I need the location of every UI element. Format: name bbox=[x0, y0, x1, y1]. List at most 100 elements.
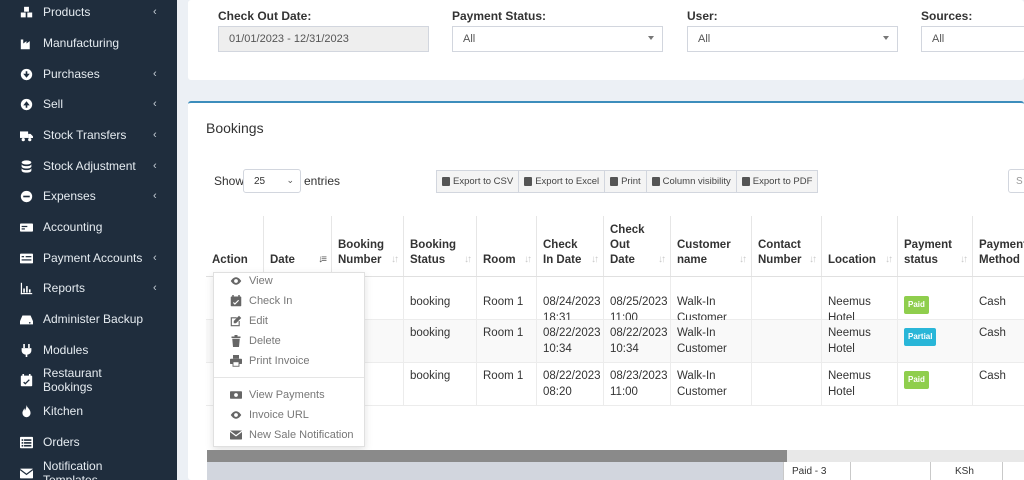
sort-icon: ↓↑ bbox=[809, 254, 817, 265]
column-header-payment-status[interactable]: Payment status ↓↑ bbox=[898, 216, 973, 276]
caret-down-icon bbox=[648, 36, 654, 40]
sidebar-item-restaurant-bookings[interactable]: Restaurant Bookings bbox=[0, 365, 177, 395]
column-visibility-button[interactable]: Column visibility bbox=[645, 170, 737, 193]
payment-status-badge[interactable]: Paid bbox=[904, 296, 929, 314]
sidebar-item-reports[interactable]: Reports ‹ bbox=[0, 273, 177, 303]
sidebar-item-accounting[interactable]: Accounting bbox=[0, 212, 177, 242]
customer-cell: Walk-In Customer bbox=[671, 277, 752, 324]
contact-cell bbox=[752, 363, 822, 406]
sidebar-item-kitchen[interactable]: Kitchen bbox=[0, 396, 177, 426]
column-header-label: Room bbox=[483, 254, 516, 266]
customer-cell: Walk-In Customer bbox=[671, 320, 752, 363]
sources-select[interactable]: All bbox=[921, 26, 1024, 52]
column-header-label: Booking Status bbox=[410, 239, 456, 266]
menu-item-label: Print Invoice bbox=[249, 355, 310, 367]
sidebar-item-label: Purchases bbox=[43, 67, 100, 81]
payment-method-cell: Cash bbox=[979, 327, 1006, 339]
file-csv-icon bbox=[442, 177, 450, 186]
menu-item-print-invoice[interactable]: Print Invoice bbox=[214, 351, 364, 371]
column-visibility-label: Column visibility bbox=[662, 176, 731, 187]
export-excel-label: Export to Excel bbox=[535, 176, 600, 187]
horizontal-scrollbar-thumb[interactable] bbox=[207, 450, 787, 462]
menu-item-label: Check In bbox=[249, 295, 293, 307]
sidebar-item-stock-adjustment[interactable]: Stock Adjustment ‹ bbox=[0, 151, 177, 181]
sidebar-item-notification-templates[interactable]: Notification Templates bbox=[0, 458, 177, 480]
sort-icon: ↓↑ bbox=[391, 254, 399, 265]
payment-method-cell: Cash bbox=[979, 296, 1006, 308]
checkout-date-range-input[interactable]: 01/01/2023 - 12/31/2023 bbox=[218, 26, 429, 52]
booking-status-cell: booking bbox=[404, 363, 477, 406]
sidebar-item-expenses[interactable]: Expenses ‹ bbox=[0, 181, 177, 211]
export-pdf-button[interactable]: Export to PDF bbox=[735, 170, 819, 193]
menu-item-invoice-url[interactable]: Invoice URL bbox=[214, 405, 364, 425]
arrow-circle-up-icon bbox=[19, 97, 33, 111]
sidebar-item-payment-accounts[interactable]: Payment Accounts ‹ bbox=[0, 243, 177, 273]
sidebar-item-manufacturing[interactable]: Manufacturing bbox=[0, 28, 177, 58]
truck-icon bbox=[19, 128, 33, 142]
entries-per-page-select[interactable]: 25 ⌄ bbox=[243, 169, 301, 193]
envelope-icon bbox=[230, 429, 242, 441]
menu-item-edit[interactable]: Edit bbox=[214, 311, 364, 331]
check-out-cell: 08/25/2023 11:00 bbox=[604, 277, 671, 324]
print-button[interactable]: Print bbox=[604, 170, 647, 193]
export-excel-button[interactable]: Export to Excel bbox=[518, 170, 606, 193]
sidebar: Products ‹ Manufacturing Purchases ‹ Sel… bbox=[0, 0, 177, 480]
sidebar-item-products[interactable]: Products ‹ bbox=[0, 0, 177, 27]
sidebar-item-administer-backup[interactable]: Administer Backup bbox=[0, 304, 177, 334]
column-header-label: Check Out Date bbox=[610, 224, 645, 266]
column-header-label: Payment Method bbox=[979, 239, 1024, 266]
column-header-label: Check In Date bbox=[543, 239, 582, 266]
column-header-label: Customer name bbox=[677, 239, 731, 266]
column-header-check-out-date[interactable]: Check Out Date ↓↑ bbox=[604, 216, 671, 276]
money-bill-icon bbox=[230, 389, 242, 401]
minus-circle-icon bbox=[19, 189, 33, 203]
print-icon bbox=[230, 355, 242, 367]
menu-item-view-payments[interactable]: View Payments bbox=[214, 385, 364, 405]
payment-status-badge[interactable]: Partial bbox=[904, 328, 937, 346]
menu-item-view[interactable]: View bbox=[214, 271, 364, 291]
eye-icon bbox=[230, 409, 242, 421]
print-icon bbox=[610, 177, 619, 186]
column-header-booking-status[interactable]: Booking Status ↓↑ bbox=[404, 216, 477, 276]
user-label: User: bbox=[687, 9, 718, 23]
menu-item-new-sale-notification[interactable]: New Sale Notification bbox=[214, 425, 364, 445]
column-header-payment-method[interactable]: Payment Method bbox=[973, 216, 1024, 276]
menu-item-label: View bbox=[249, 275, 273, 287]
check-out-cell: 08/22/2023 10:34 bbox=[604, 320, 671, 363]
user-select[interactable]: All bbox=[687, 26, 898, 52]
menu-item-check-in[interactable]: Check In bbox=[214, 291, 364, 311]
column-header-room[interactable]: Room ↓↑ bbox=[477, 216, 537, 276]
sidebar-item-label: Stock Adjustment bbox=[43, 159, 136, 173]
sort-icon: ↓↑ bbox=[658, 254, 666, 265]
menu-item-label: Invoice URL bbox=[249, 409, 309, 421]
column-header-location[interactable]: Location ↓↑ bbox=[822, 216, 898, 276]
sidebar-item-label: Stock Transfers bbox=[43, 128, 127, 142]
sidebar-item-stock-transfers[interactable]: Stock Transfers ‹ bbox=[0, 120, 177, 150]
column-header-contact-number[interactable]: Contact Number ↓↑ bbox=[752, 216, 822, 276]
payment-status-badge[interactable]: Paid bbox=[904, 371, 929, 389]
sidebar-item-purchases[interactable]: Purchases ‹ bbox=[0, 59, 177, 89]
payment-status-select[interactable]: All bbox=[452, 26, 663, 52]
menu-item-label: Edit bbox=[249, 315, 268, 327]
sidebar-item-label: Payment Accounts bbox=[43, 251, 143, 265]
column-header-date[interactable]: Date ↓≡ bbox=[264, 216, 332, 276]
menu-item-delete[interactable]: Delete bbox=[214, 331, 364, 351]
column-header-booking-number[interactable]: Booking Number ↓↑ bbox=[332, 216, 404, 276]
chevron-left-icon: ‹ bbox=[153, 282, 157, 294]
search-input[interactable]: S bbox=[1008, 169, 1024, 193]
sidebar-item-modules[interactable]: Modules bbox=[0, 335, 177, 365]
caret-down-icon bbox=[883, 36, 889, 40]
export-csv-button[interactable]: Export to CSV bbox=[436, 170, 520, 193]
sort-desc-icon: ↓≡ bbox=[318, 254, 327, 265]
payment-status-label: Payment Status: bbox=[452, 9, 547, 23]
sidebar-item-sell[interactable]: Sell ‹ bbox=[0, 89, 177, 119]
chevron-left-icon: ‹ bbox=[153, 129, 157, 141]
column-header-customer-name[interactable]: Customer name ↓↑ bbox=[671, 216, 752, 276]
column-header-check-in-date[interactable]: Check In Date ↓↑ bbox=[537, 216, 604, 276]
sidebar-item-label: Reports bbox=[43, 281, 86, 295]
chevron-left-icon: ‹ bbox=[153, 160, 157, 172]
sidebar-item-orders[interactable]: Orders bbox=[0, 427, 177, 457]
payment-status-cell: Paid bbox=[898, 277, 973, 320]
sort-icon: ↓↑ bbox=[591, 254, 599, 265]
payment-status-value: All bbox=[463, 33, 476, 45]
